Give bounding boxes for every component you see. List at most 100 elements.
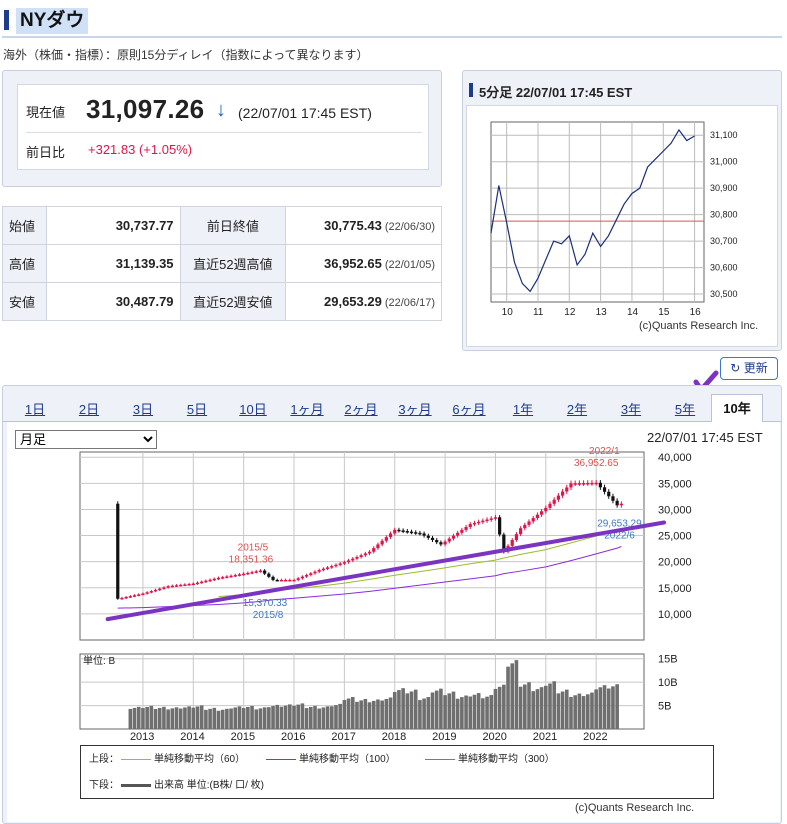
candle-body	[208, 579, 212, 582]
candle-body	[153, 589, 158, 592]
volume-bar	[531, 691, 536, 729]
volume-bar	[455, 698, 460, 729]
tab-3[interactable]: 3日	[123, 399, 163, 421]
year-tick: 2018	[382, 731, 406, 743]
candle-body	[397, 529, 401, 532]
legend-ma60-swatch	[121, 758, 151, 760]
volume-bar	[564, 689, 569, 729]
stats-row: 安値 30,487.79 直近52週安値 29,653.29 (22/06/17)	[2, 282, 442, 321]
prev-close-value: 30,775.43	[324, 218, 382, 233]
candle-body	[409, 531, 414, 534]
candle-body	[573, 483, 577, 485]
stats-table: 始値 30,737.77 前日終値 30,775.43 (22/06/30) 高値…	[2, 206, 442, 321]
candle-body	[275, 579, 279, 582]
volume-bar	[422, 698, 426, 729]
volume-ytick: 5B	[658, 701, 671, 713]
candle-body	[279, 579, 284, 582]
tab-6[interactable]: 1ヶ月	[285, 399, 329, 421]
tab-12[interactable]: 3年	[616, 399, 646, 421]
stats-row: 始値 30,737.77 前日終値 30,775.43 (22/06/30)	[2, 206, 442, 245]
year-tick: 2014	[180, 731, 204, 743]
volume-bar	[548, 683, 552, 729]
volume-bar	[485, 696, 489, 729]
candle-body	[221, 577, 225, 579]
candle-body	[141, 593, 145, 596]
volume-bar	[321, 707, 326, 729]
refresh-button[interactable]: ↻ 更新	[720, 357, 778, 380]
volume-bar	[476, 693, 481, 729]
tab-8[interactable]: 3ヶ月	[393, 399, 437, 421]
volume-bar	[506, 666, 510, 729]
tab-5[interactable]: 10日	[231, 399, 275, 421]
candle-body	[317, 570, 321, 572]
history-chart-area: 月足 22/07/01 17:45 EST 2013 2014 2015 2016 20…	[7, 422, 780, 822]
volume-bar	[590, 692, 594, 729]
candle-body	[200, 581, 204, 584]
candle-body	[468, 524, 472, 527]
candle-body	[447, 538, 451, 542]
volume-bar	[585, 694, 590, 729]
candle-body	[619, 503, 623, 506]
volume-bar	[355, 701, 359, 729]
volume-bar	[187, 706, 191, 729]
volume-bar	[510, 663, 515, 729]
candle-body	[540, 511, 544, 515]
quote-divider	[26, 132, 422, 133]
year-tick: 2016	[281, 731, 305, 743]
refresh-icon: ↻	[730, 361, 741, 375]
tab-14[interactable]: 10年	[711, 394, 763, 423]
candle-body	[514, 534, 519, 540]
candle-body	[204, 580, 208, 583]
volume-ytick: 15B	[658, 654, 678, 666]
tab-11[interactable]: 2年	[562, 399, 592, 421]
volume-bar	[149, 705, 154, 729]
candle-body	[346, 560, 351, 563]
volume-bar	[271, 706, 275, 729]
volume-bar	[552, 681, 556, 729]
tab-1[interactable]: 1日	[15, 399, 55, 421]
low-label: 安値	[2, 282, 47, 321]
candle-body	[195, 582, 200, 585]
volume-bar	[556, 693, 561, 729]
volume-bar	[267, 707, 271, 729]
candle-body	[338, 563, 342, 565]
candle-body	[334, 564, 338, 567]
candle-body	[330, 566, 334, 568]
legend-ma300-label: 単純移動平均（300）	[458, 754, 555, 765]
open-value: 30,737.77	[45, 206, 181, 245]
tab-4[interactable]: 5日	[177, 399, 217, 421]
intraday-xtick: 14	[627, 307, 639, 318]
volume-bar	[199, 705, 204, 729]
tab-9[interactable]: 6ヶ月	[447, 399, 491, 421]
candle-body	[216, 577, 221, 580]
intraday-xtick: 16	[690, 307, 702, 318]
candle-body	[489, 518, 493, 520]
price-ytick: 30,000	[658, 504, 692, 516]
candle-body	[376, 544, 380, 549]
candle-body	[355, 556, 359, 559]
w52-high-label: 直近52週高値	[179, 244, 287, 283]
quote-panel: 現在値 31,097.26 ↓ (22/07/01 17:45 EST) 前日比…	[2, 70, 442, 187]
tab-2[interactable]: 2日	[69, 399, 109, 421]
volume-bar	[313, 705, 317, 729]
intraday-ytick: 30,600	[710, 263, 738, 273]
candle-body	[443, 541, 447, 545]
volume-bar	[598, 687, 603, 729]
history-chart-panel: 1日 2日 3日 5日 10日 1ヶ月 2ヶ月 3ヶ月 6ヶ月 1年 2年 3年 5年 10年 月足 22…	[2, 385, 782, 824]
tab-10[interactable]: 1年	[508, 399, 538, 421]
current-value-label: 現在値	[26, 105, 66, 120]
candle-body	[242, 573, 246, 576]
tab-7[interactable]: 2ヶ月	[339, 399, 383, 421]
volume-bar	[493, 688, 498, 729]
volume-bar	[581, 696, 586, 729]
volume-bar	[615, 684, 619, 729]
candle-body	[552, 499, 556, 504]
volume-bar	[170, 708, 175, 729]
intraday-ytick: 31,100	[710, 130, 738, 140]
volume-bar	[178, 708, 183, 729]
tab-13[interactable]: 5年	[670, 399, 700, 421]
candle-body	[225, 576, 229, 578]
candle-body	[305, 574, 309, 577]
volume-bar	[220, 709, 225, 729]
price-ytick: 25,000	[658, 531, 692, 543]
